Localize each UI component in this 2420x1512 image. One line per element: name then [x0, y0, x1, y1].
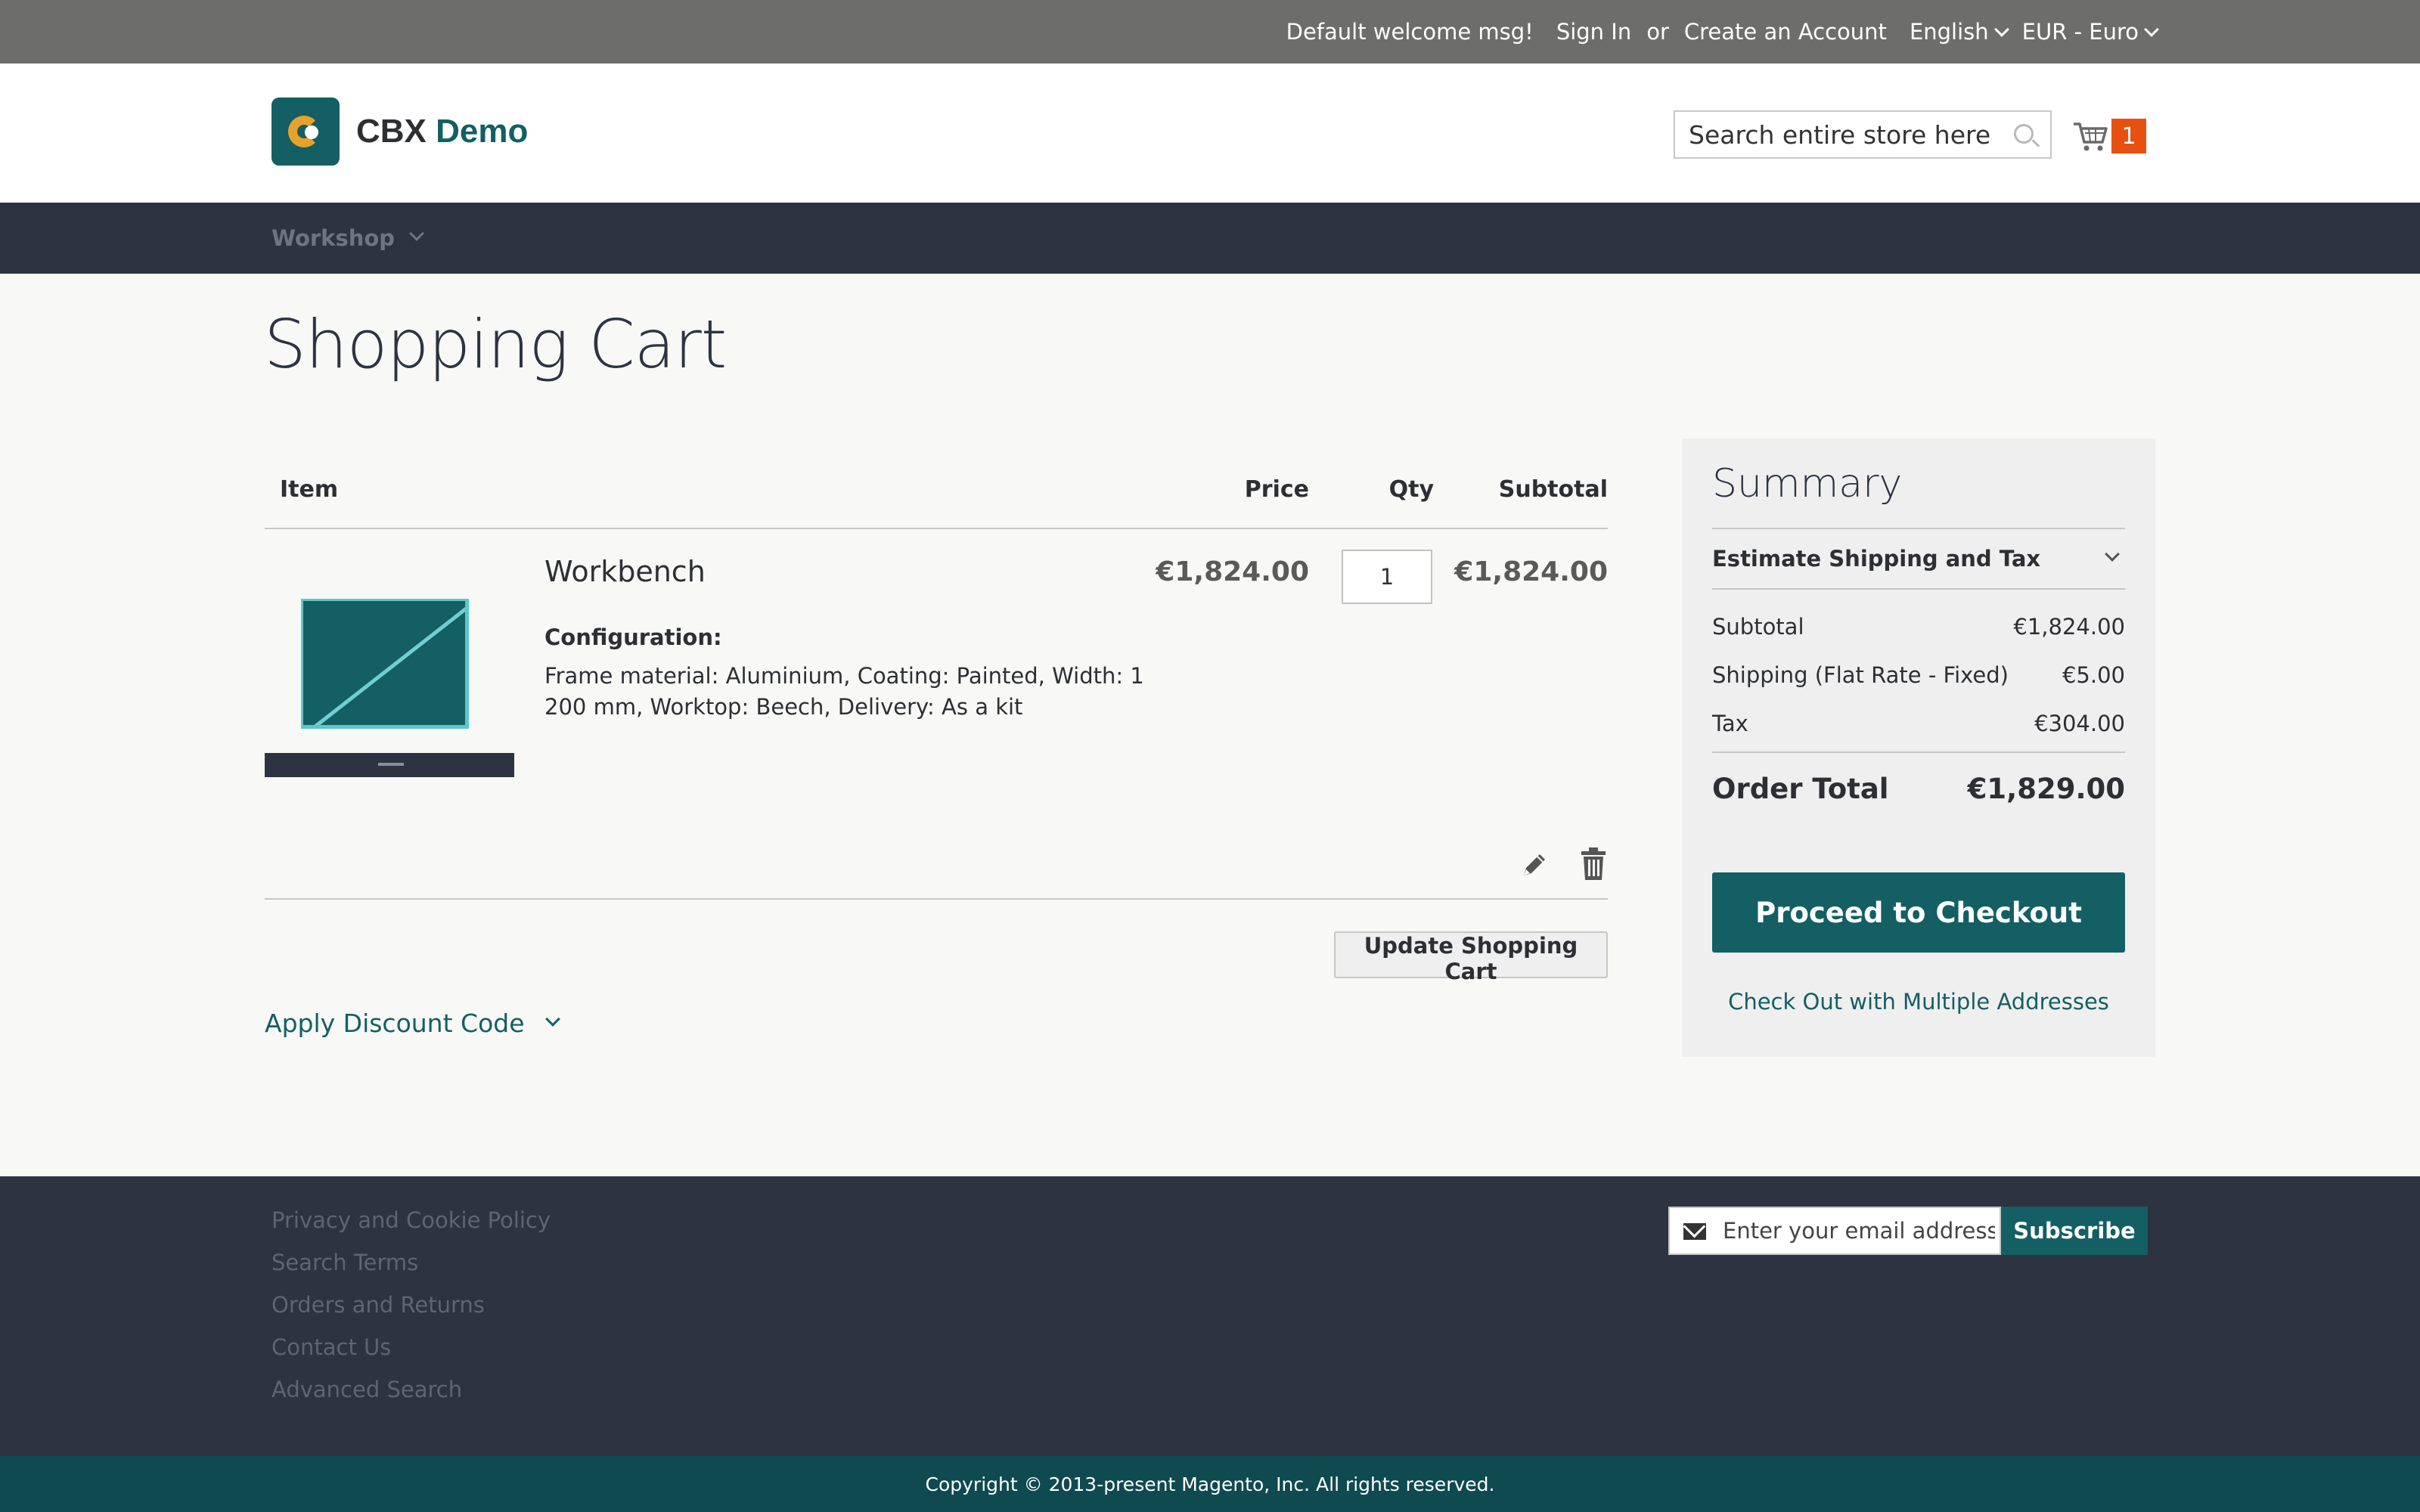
footer-link-privacy[interactable]: Privacy and Cookie Policy	[271, 1199, 551, 1241]
nav-item-label: Workshop	[271, 225, 396, 251]
logo-word-2: Demo	[436, 113, 529, 150]
welcome-message: Default welcome msg!	[1286, 19, 1534, 45]
cart-table-header: Item Price Qty Subtotal	[265, 454, 1608, 529]
chevron-down-icon	[2105, 547, 2120, 562]
cart-table: Item Price Qty Subtotal Workbench Config…	[265, 454, 1608, 900]
pencil-icon[interactable]	[1518, 848, 1551, 881]
chevron-down-icon	[2144, 22, 2159, 37]
cart-summary: Summary Estimate Shipping and Tax Subtot…	[1682, 438, 2155, 1057]
or-text: or	[1646, 19, 1669, 45]
product-image[interactable]	[265, 581, 514, 777]
configuration-value: Frame material: Aluminium, Coating: Pain…	[544, 663, 1144, 720]
footer-link-contact[interactable]: Contact Us	[271, 1326, 551, 1368]
top-links: Default welcome msg! Sign In or Create a…	[1286, 0, 2159, 64]
mail-icon	[1683, 1223, 1706, 1240]
currency-label: EUR - Euro	[2021, 19, 2139, 45]
summary-label: Subtotal	[1712, 614, 1804, 640]
summary-value: €304.00	[2034, 711, 2125, 736]
logo-word-1: CBX	[356, 113, 427, 150]
cart-item-row: Workbench Configuration: Frame material:…	[265, 529, 1608, 900]
logo-link[interactable]: CBX Demo	[271, 98, 528, 166]
trash-icon[interactable]	[1578, 847, 1609, 881]
footer: Privacy and Cookie Policy Search Terms O…	[0, 1176, 2420, 1456]
cart-count-badge: 1	[2111, 119, 2146, 153]
newsletter-field	[1668, 1207, 2001, 1255]
currency-switcher[interactable]: EUR - Euro	[2021, 19, 2159, 45]
summary-row-tax: Tax €304.00	[1712, 711, 2125, 736]
order-total-value: €1,829.00	[1967, 773, 2125, 805]
product-name[interactable]: Workbench	[544, 555, 706, 588]
search-input[interactable]	[1675, 112, 1993, 157]
logo-icon	[271, 98, 340, 166]
proceed-to-checkout-button[interactable]: Proceed to Checkout	[1712, 872, 2125, 953]
search-box	[1674, 110, 2052, 159]
summary-value: €1,824.00	[2013, 614, 2125, 640]
item-price: €1,824.00	[1156, 556, 1309, 587]
header-subtotal: Subtotal	[1498, 476, 1608, 503]
footer-link-advanced-search[interactable]: Advanced Search	[271, 1368, 551, 1411]
multi-address-checkout-link[interactable]: Check Out with Multiple Addresses	[1712, 989, 2125, 1015]
item-subtotal: €1,824.00	[1454, 556, 1608, 587]
search-icon[interactable]	[2014, 124, 2034, 144]
header-qty: Qty	[1388, 476, 1434, 503]
page-title: Shopping Cart	[264, 305, 727, 383]
header-price: Price	[1244, 476, 1309, 503]
chevron-down-icon	[544, 1011, 560, 1027]
apply-discount-toggle[interactable]: Apply Discount Code	[265, 1009, 560, 1038]
footer-link-orders-returns[interactable]: Orders and Returns	[271, 1284, 551, 1326]
summary-row-shipping: Shipping (Flat Rate - Fixed) €5.00	[1712, 662, 2125, 688]
logo-text: CBX Demo	[356, 113, 528, 150]
main-nav: Workshop	[0, 203, 2420, 274]
copyright: Copyright © 2013-present Magento, Inc. A…	[0, 1456, 2420, 1512]
newsletter-form: Subscribe	[1668, 1207, 2148, 1255]
update-cart-button[interactable]: Update Shopping Cart	[1334, 931, 1608, 984]
footer-link-search-terms[interactable]: Search Terms	[271, 1241, 551, 1284]
nav-item-workshop[interactable]: Workshop	[271, 203, 424, 274]
summary-row-total: Order Total €1,829.00	[1712, 751, 2125, 805]
header: CBX Demo 1	[0, 64, 2420, 203]
summary-label: Tax	[1712, 711, 1748, 736]
summary-value: €5.00	[2062, 662, 2125, 688]
summary-row-subtotal: Subtotal €1,824.00	[1712, 614, 2125, 640]
discount-label: Apply Discount Code	[265, 1009, 525, 1038]
order-total-label: Order Total	[1712, 773, 1889, 805]
summary-label: Shipping (Flat Rate - Fixed)	[1712, 662, 2009, 688]
language-label: English	[1909, 19, 1989, 45]
create-account-link[interactable]: Create an Account	[1684, 19, 1887, 45]
top-panel: Default welcome msg! Sign In or Create a…	[0, 0, 2420, 64]
cart-icon	[2074, 122, 2108, 151]
minicart[interactable]: 1	[2072, 115, 2146, 157]
estimate-shipping-toggle[interactable]: Estimate Shipping and Tax	[1712, 528, 2125, 590]
estimate-label: Estimate Shipping and Tax	[1712, 546, 2041, 572]
chevron-down-icon	[409, 226, 424, 241]
footer-links: Privacy and Cookie Policy Search Terms O…	[271, 1199, 551, 1411]
summary-title: Summary	[1712, 461, 1903, 507]
configuration-label: Configuration:	[544, 624, 722, 650]
header-item: Item	[280, 476, 339, 503]
newsletter-email-input[interactable]	[1723, 1208, 1995, 1253]
qty-input[interactable]	[1342, 550, 1432, 604]
chevron-down-icon	[1993, 22, 2009, 37]
language-switcher[interactable]: English	[1909, 19, 2009, 45]
sign-in-link[interactable]: Sign In	[1556, 19, 1631, 45]
subscribe-button[interactable]: Subscribe	[2001, 1207, 2148, 1255]
